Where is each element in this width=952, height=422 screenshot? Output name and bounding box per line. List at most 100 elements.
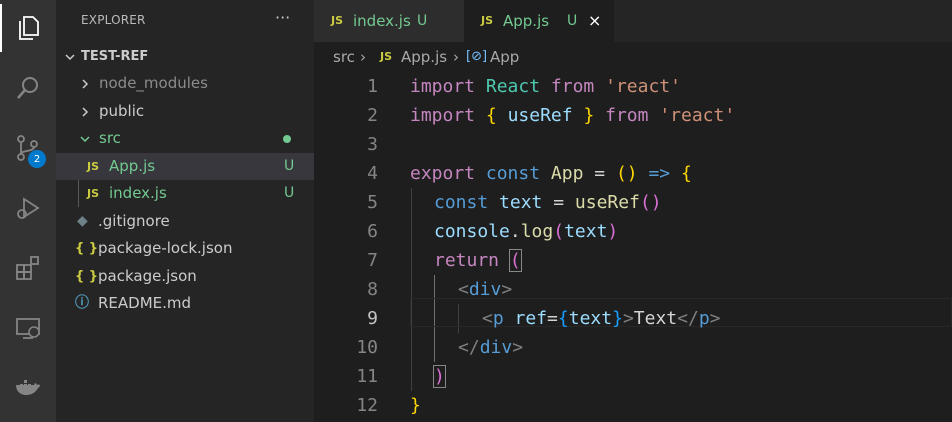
js-file-icon: JS (331, 14, 344, 27)
js-file-icon: JS (481, 14, 494, 27)
tree-item-public[interactable]: public (56, 98, 314, 125)
tree-item-label: src (99, 129, 121, 147)
breadcrumb: src › JS App.js › [⊘] App (314, 42, 952, 72)
project-name: TEST-REF (81, 49, 149, 64)
activity-bar: 2 (0, 0, 56, 422)
breadcrumb-folder[interactable]: src (333, 42, 355, 72)
untracked-status: U (284, 185, 295, 201)
line-number: 9 (367, 308, 378, 329)
tree-item-gitignore[interactable]: ◆ .gitignore (56, 208, 314, 235)
tree-item-label: package-lock.json (98, 239, 233, 257)
code-text: <p ref={text}>Text</p> (482, 308, 721, 329)
code-editor[interactable]: 1 import React from 'react' 2 import { u… (314, 72, 952, 422)
code-line: 11 ) (314, 362, 952, 391)
code-line: 10 </div> (314, 333, 952, 362)
code-line-current: 9 <p ref={text}>Text</p> (314, 304, 952, 333)
line-number: 11 (356, 366, 378, 387)
line-number: 5 (367, 192, 378, 213)
tree-item-app-js[interactable]: JS App.js U (56, 153, 314, 180)
line-number: 1 (367, 76, 378, 97)
tree-item-src[interactable]: src (56, 125, 314, 152)
tree-item-label: index.js (109, 184, 167, 202)
project-folder[interactable]: TEST-REF (56, 43, 314, 70)
tree-item-label: public (99, 102, 145, 120)
line-number: 4 (367, 163, 378, 184)
more-actions-icon[interactable]: ··· (275, 8, 290, 27)
tree-item-label: node_modules (99, 74, 208, 92)
js-file-icon: JS (87, 160, 100, 173)
git-icon: ◆ (77, 213, 88, 229)
tab-label: App.js (503, 12, 550, 30)
untracked-status: U (417, 13, 428, 29)
untracked-status: U (567, 13, 578, 29)
untracked-status: U (284, 158, 295, 174)
code-text: console.log(text) (434, 221, 619, 242)
code-text: <div> (458, 279, 513, 300)
line-number: 6 (367, 221, 378, 242)
chevron-right-icon: › (453, 48, 459, 66)
code-line: 8 <div> (314, 275, 952, 304)
tree-item-package-json[interactable]: { } package.json (56, 263, 314, 290)
line-number: 12 (356, 395, 378, 416)
chevron-right-icon: › (360, 48, 366, 66)
tab-index-js[interactable]: JS index.js U (314, 0, 464, 42)
editor-tab-bar: JS index.js U JS App.js U × (314, 0, 952, 42)
tree-item-node-modules[interactable]: node_modules (56, 70, 314, 97)
breadcrumb-symbol[interactable]: App (490, 42, 519, 72)
code-line: 7 return ( (314, 246, 952, 275)
search-icon[interactable] (0, 64, 56, 112)
tree-item-index-js[interactable]: JS index.js U (56, 180, 314, 207)
source-control-badge: 2 (28, 150, 46, 168)
explorer-sidebar: EXPLORER ··· TEST-REF node_modules publi… (56, 0, 314, 422)
extensions-icon[interactable] (0, 244, 56, 292)
run-debug-icon[interactable] (0, 184, 56, 232)
code-line: 4 export const App = () => { (314, 159, 952, 188)
code-line: 5 const text = useRef() (314, 188, 952, 217)
tab-app-js[interactable]: JS App.js U × (464, 0, 614, 42)
chevron-down-icon (80, 136, 90, 143)
code-text: import { useRef } from 'react' (410, 105, 736, 126)
code-text: </div> (458, 337, 524, 358)
js-file-icon: JS (380, 50, 393, 63)
tree-item-label: package.json (98, 267, 197, 285)
code-text: ) (433, 365, 446, 388)
line-number: 7 (367, 250, 378, 271)
js-file-icon: JS (87, 187, 100, 200)
info-icon: ⓘ (75, 295, 89, 311)
line-number: 3 (367, 134, 378, 155)
code-text: export const App = () => { (410, 163, 692, 184)
explorer-icon[interactable] (0, 4, 56, 52)
remote-explorer-icon[interactable] (0, 304, 56, 352)
modified-dot (283, 135, 291, 143)
code-line: 6 console.log(text) (314, 217, 952, 246)
tree-item-label: App.js (109, 157, 156, 175)
code-text: import React from 'react' (410, 76, 681, 97)
code-line: 3 (314, 130, 952, 159)
line-number: 10 (356, 337, 378, 358)
line-number: 8 (367, 279, 378, 300)
tab-label: index.js (353, 12, 411, 30)
code-text: } (410, 395, 421, 416)
tree-item-package-lock-json[interactable]: { } package-lock.json (56, 235, 314, 262)
docker-icon[interactable] (0, 364, 56, 412)
chevron-right-icon (82, 107, 89, 117)
tree-item-label: .gitignore (98, 212, 170, 230)
tree-item-readme[interactable]: ⓘ README.md (56, 290, 314, 317)
code-line: 12 } (314, 391, 952, 420)
explorer-header: EXPLORER ··· (56, 0, 314, 42)
line-number: 2 (367, 105, 378, 126)
close-icon[interactable]: × (588, 0, 601, 42)
code-text: const text = useRef() (434, 192, 662, 213)
source-control-icon[interactable]: 2 (0, 124, 56, 172)
json-file-icon: { } (75, 241, 99, 256)
symbol-variable-icon: [⊘] (466, 49, 488, 64)
code-text: return ( (434, 249, 522, 272)
code-line: 2 import { useRef } from 'react' (314, 101, 952, 130)
chevron-down-icon (65, 54, 75, 61)
chevron-right-icon (82, 79, 89, 89)
tree-item-label: README.md (98, 294, 192, 312)
explorer-title: EXPLORER (81, 13, 146, 27)
json-file-icon: { } (75, 269, 99, 284)
breadcrumb-file[interactable]: App.js (401, 42, 447, 72)
code-line: 1 import React from 'react' (314, 72, 952, 101)
